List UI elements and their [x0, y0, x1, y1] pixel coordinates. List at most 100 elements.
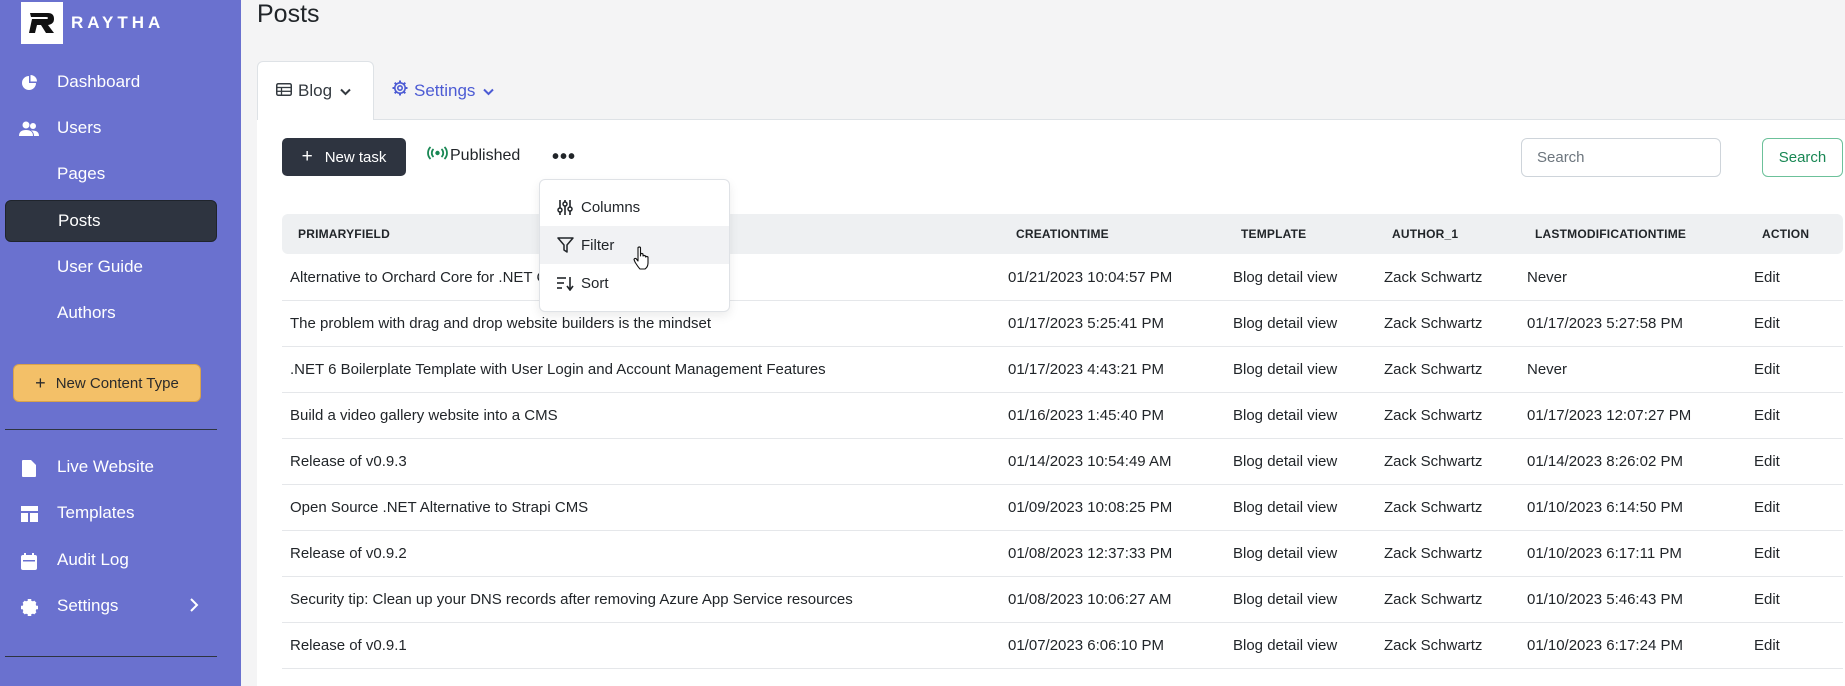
edit-link[interactable]: Edit [1754, 453, 1780, 470]
funnel-icon [557, 237, 575, 253]
sidebar-item-label: Pages [57, 164, 106, 183]
edit-link[interactable]: Edit [1754, 315, 1780, 332]
cell-primaryfield[interactable]: Release of v0.9.1 [290, 637, 407, 654]
cell-template: Blog detail view [1233, 453, 1338, 470]
tab-label: Settings [414, 80, 476, 100]
sidebar-item-label: Dashboard [57, 72, 141, 91]
tab-settings[interactable]: Settings [392, 61, 500, 120]
file-icon [19, 458, 39, 478]
search-button[interactable]: Search [1762, 138, 1843, 177]
chevron-down-icon [483, 81, 500, 101]
new-content-type-label: New Content Type [55, 374, 179, 392]
table-row[interactable]: Open Source .NET Alternative to Strapi C… [282, 485, 1843, 531]
ellipsis-icon: ••• [552, 145, 577, 168]
calendar-icon [19, 551, 39, 571]
sidebar-item-dashboard[interactable]: Dashboard [5, 61, 217, 103]
cell-primaryfield[interactable]: Release of v0.9.3 [290, 453, 407, 470]
table-row[interactable]: Release of v0.9.1 01/07/2023 6:06:10 PM Bl… [282, 623, 1843, 669]
cell-primaryfield[interactable]: The problem with drag and drop website b… [290, 315, 711, 332]
column-header-lastmodificationtime[interactable]: LASTMODIFICATIONTIME [1535, 227, 1686, 241]
column-header-template[interactable]: TEMPLATE [1241, 227, 1306, 241]
cell-template: Blog detail view [1233, 499, 1338, 516]
raytha-logo [21, 2, 63, 44]
sidebar-divider [5, 656, 217, 657]
new-task-button[interactable]: + New task [282, 138, 406, 176]
cell-primaryfield[interactable]: Build a video gallery website into a CMS [290, 407, 558, 424]
column-header-creationtime[interactable]: CREATIONTIME [1016, 227, 1109, 241]
cell-author: Zack Schwartz [1384, 499, 1483, 516]
edit-link[interactable]: Edit [1754, 361, 1780, 378]
edit-link[interactable]: Edit [1754, 637, 1780, 654]
tab-blog[interactable]: Blog [257, 61, 374, 120]
sidebar: RAYTHA Dashboard Users Pages Posts User … [0, 0, 241, 686]
dropdown-item-columns[interactable]: Columns [540, 188, 729, 226]
cell-creationtime: 01/21/2023 10:04:57 PM [1008, 269, 1173, 286]
more-options-button[interactable]: ••• [552, 145, 576, 169]
table-row[interactable]: Build a video gallery website into a CMS… [282, 393, 1843, 439]
sidebar-item-label: Templates [57, 503, 135, 522]
new-content-type-button[interactable]: + New Content Type [13, 364, 201, 402]
edit-link[interactable]: Edit [1754, 499, 1780, 516]
table-row[interactable]: Security tip: Clean up your DNS records … [282, 577, 1843, 623]
sidebar-item-user-guide[interactable]: User Guide [5, 246, 217, 288]
sliders-icon [557, 199, 575, 215]
cell-author: Zack Schwartz [1384, 407, 1483, 424]
cell-author: Zack Schwartz [1384, 269, 1483, 286]
cell-template: Blog detail view [1233, 407, 1338, 424]
gear-icon [392, 80, 414, 101]
cell-primaryfield[interactable]: Alternative to Orchard Core for .NET C [290, 269, 547, 286]
published-filter[interactable]: Published [427, 146, 520, 165]
cell-creationtime: 01/09/2023 10:08:25 PM [1008, 499, 1173, 516]
table-row[interactable]: Release of v0.9.2 01/08/2023 12:37:33 PM B… [282, 531, 1843, 577]
cell-primaryfield[interactable]: Security tip: Clean up your DNS records … [290, 591, 853, 608]
sidebar-item-label: Authors [57, 303, 116, 322]
cell-creationtime: 01/16/2023 1:45:40 PM [1008, 407, 1164, 424]
cell-lastmodificationtime: 01/14/2023 8:26:02 PM [1527, 453, 1683, 470]
cell-creationtime: 01/08/2023 10:06:27 AM [1008, 591, 1172, 608]
cell-lastmodificationtime: 01/17/2023 12:07:27 PM [1527, 407, 1692, 424]
cell-primaryfield[interactable]: .NET 6 Boilerplate Template with User Lo… [290, 361, 826, 378]
edit-link[interactable]: Edit [1754, 269, 1780, 286]
plus-icon: + [35, 372, 46, 393]
cell-creationtime: 01/17/2023 5:25:41 PM [1008, 315, 1164, 332]
cell-author: Zack Schwartz [1384, 361, 1483, 378]
cell-primaryfield[interactable]: Release of v0.9.2 [290, 545, 407, 562]
table-row[interactable]: .NET 6 Boilerplate Template with User Lo… [282, 347, 1843, 393]
sidebar-item-label: Settings [57, 596, 119, 615]
chevron-right-icon [189, 597, 199, 618]
brand[interactable]: RAYTHA [21, 2, 164, 44]
sidebar-item-users[interactable]: Users [5, 107, 217, 149]
sidebar-item-pages[interactable]: Pages [5, 153, 217, 195]
cell-template: Blog detail view [1233, 269, 1338, 286]
cell-creationtime: 01/08/2023 12:37:33 PM [1008, 545, 1173, 562]
search-input[interactable] [1521, 138, 1721, 177]
table-icon [276, 81, 298, 101]
cell-template: Blog detail view [1233, 315, 1338, 332]
sidebar-item-label: Users [57, 118, 102, 137]
sidebar-item-settings[interactable]: Settings [5, 585, 217, 627]
cell-creationtime: 01/07/2023 6:06:10 PM [1008, 637, 1164, 654]
chevron-down-icon [340, 81, 357, 101]
new-task-label: New task [324, 148, 387, 166]
sidebar-item-label: Posts [58, 211, 101, 230]
column-header-action: ACTION [1762, 227, 1810, 241]
sidebar-item-live-website[interactable]: Live Website [5, 446, 217, 488]
edit-link[interactable]: Edit [1754, 591, 1780, 608]
edit-link[interactable]: Edit [1754, 545, 1780, 562]
table-row[interactable]: Alternative to Orchard Core for .NET C 01… [282, 255, 1843, 301]
cell-lastmodificationtime: 01/10/2023 5:46:43 PM [1527, 591, 1683, 608]
table-row[interactable]: Release of v0.9.3 01/14/2023 10:54:49 AM B… [282, 439, 1843, 485]
sidebar-item-audit-log[interactable]: Audit Log [5, 539, 217, 581]
gear-icon [19, 597, 39, 617]
sidebar-item-templates[interactable]: Templates [5, 492, 217, 534]
column-header-author[interactable]: AUTHOR_1 [1392, 227, 1458, 241]
cell-primaryfield[interactable]: Open Source .NET Alternative to Strapi C… [290, 499, 588, 516]
cell-author: Zack Schwartz [1384, 591, 1483, 608]
people-icon [19, 119, 39, 139]
cell-author: Zack Schwartz [1384, 545, 1483, 562]
edit-link[interactable]: Edit [1754, 407, 1780, 424]
sidebar-item-posts[interactable]: Posts [5, 200, 217, 242]
column-header-primaryfield[interactable]: PRIMARYFIELD [298, 227, 390, 241]
sidebar-item-authors[interactable]: Authors [5, 292, 217, 334]
table-row[interactable]: The problem with drag and drop website b… [282, 301, 1843, 347]
